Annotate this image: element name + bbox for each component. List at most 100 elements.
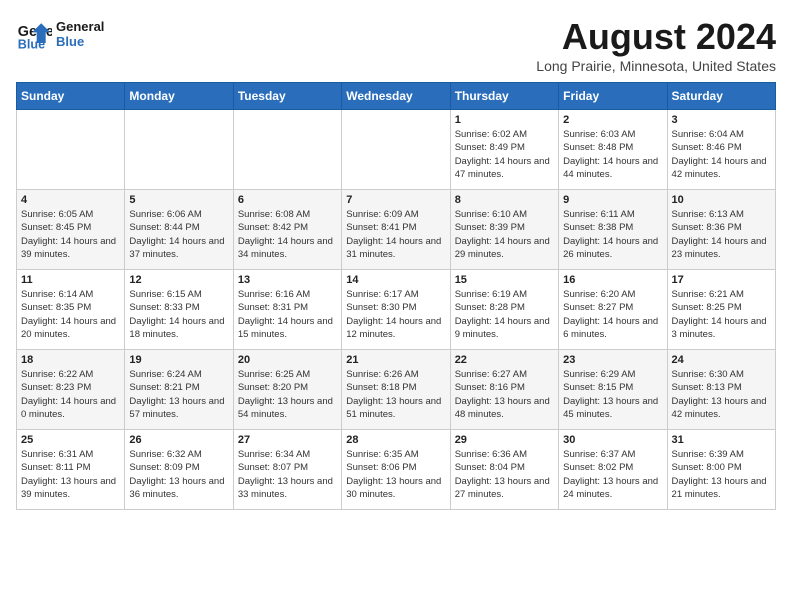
day-info: Sunrise: 6:14 AM Sunset: 8:35 PM Dayligh… [21,288,120,341]
calendar-cell: 13 Sunrise: 6:16 AM Sunset: 8:31 PM Dayli… [233,270,341,350]
day-info: Sunrise: 6:26 AM Sunset: 8:18 PM Dayligh… [346,368,445,421]
calendar-cell: 15 Sunrise: 6:19 AM Sunset: 8:28 PM Dayli… [450,270,558,350]
day-info: Sunrise: 6:16 AM Sunset: 8:31 PM Dayligh… [238,288,337,341]
day-info: Sunrise: 6:27 AM Sunset: 8:16 PM Dayligh… [455,368,554,421]
day-info: Sunrise: 6:32 AM Sunset: 8:09 PM Dayligh… [129,448,228,501]
calendar-cell [342,110,450,190]
day-info: Sunrise: 6:03 AM Sunset: 8:48 PM Dayligh… [563,128,662,181]
day-info: Sunrise: 6:17 AM Sunset: 8:30 PM Dayligh… [346,288,445,341]
calendar-cell: 4 Sunrise: 6:05 AM Sunset: 8:45 PM Daylig… [17,190,125,270]
title-area: August 2024 Long Prairie, Minnesota, Uni… [536,16,776,74]
calendar-cell: 20 Sunrise: 6:25 AM Sunset: 8:20 PM Dayli… [233,350,341,430]
day-number: 11 [21,274,120,286]
day-number: 4 [21,194,120,206]
weekday-header-row: SundayMondayTuesdayWednesdayThursdayFrid… [17,83,776,110]
calendar-table: SundayMondayTuesdayWednesdayThursdayFrid… [16,82,776,510]
day-number: 2 [563,114,662,126]
calendar-cell: 5 Sunrise: 6:06 AM Sunset: 8:44 PM Daylig… [125,190,233,270]
calendar-cell [233,110,341,190]
day-number: 27 [238,434,337,446]
weekday-thursday: Thursday [450,83,558,110]
logo-blue: Blue [56,34,104,49]
day-number: 14 [346,274,445,286]
calendar-body: 1 Sunrise: 6:02 AM Sunset: 8:49 PM Daylig… [17,110,776,510]
day-info: Sunrise: 6:11 AM Sunset: 8:38 PM Dayligh… [563,208,662,261]
day-info: Sunrise: 6:06 AM Sunset: 8:44 PM Dayligh… [129,208,228,261]
logo-icon: General Blue [16,16,52,52]
day-info: Sunrise: 6:20 AM Sunset: 8:27 PM Dayligh… [563,288,662,341]
day-number: 1 [455,114,554,126]
day-info: Sunrise: 6:21 AM Sunset: 8:25 PM Dayligh… [672,288,771,341]
day-info: Sunrise: 6:15 AM Sunset: 8:33 PM Dayligh… [129,288,228,341]
day-info: Sunrise: 6:37 AM Sunset: 8:02 PM Dayligh… [563,448,662,501]
day-info: Sunrise: 6:29 AM Sunset: 8:15 PM Dayligh… [563,368,662,421]
calendar-week-4: 18Sunrise: 6:22 AM Sunset: 8:23 PM Dayli… [17,350,776,430]
day-number: 7 [346,194,445,206]
calendar-cell: 18Sunrise: 6:22 AM Sunset: 8:23 PM Dayli… [17,350,125,430]
day-info: Sunrise: 6:36 AM Sunset: 8:04 PM Dayligh… [455,448,554,501]
calendar-cell: 8Sunrise: 6:10 AM Sunset: 8:39 PM Daylig… [450,190,558,270]
calendar-title: August 2024 [536,16,776,58]
day-number: 16 [563,274,662,286]
calendar-cell: 29 Sunrise: 6:36 AM Sunset: 8:04 PM Dayli… [450,430,558,510]
calendar-cell: 9Sunrise: 6:11 AM Sunset: 8:38 PM Daylig… [559,190,667,270]
calendar-cell: 26 Sunrise: 6:32 AM Sunset: 8:09 PM Dayli… [125,430,233,510]
calendar-cell: 19 Sunrise: 6:24 AM Sunset: 8:21 PM Dayli… [125,350,233,430]
day-number: 6 [238,194,337,206]
logo-general: General [56,19,104,34]
day-info: Sunrise: 6:24 AM Sunset: 8:21 PM Dayligh… [129,368,228,421]
day-info: Sunrise: 6:04 AM Sunset: 8:46 PM Dayligh… [672,128,771,181]
day-info: Sunrise: 6:19 AM Sunset: 8:28 PM Dayligh… [455,288,554,341]
calendar-subtitle: Long Prairie, Minnesota, United States [536,58,776,74]
day-number: 30 [563,434,662,446]
calendar-cell [17,110,125,190]
calendar-cell: 16 Sunrise: 6:20 AM Sunset: 8:27 PM Dayli… [559,270,667,350]
calendar-cell: 17 Sunrise: 6:21 AM Sunset: 8:25 PM Dayli… [667,270,775,350]
calendar-cell: 23Sunrise: 6:29 AM Sunset: 8:15 PM Dayli… [559,350,667,430]
page-header: General Blue General Blue August 2024 Lo… [16,16,776,74]
day-number: 19 [129,354,228,366]
calendar-cell: 27 Sunrise: 6:34 AM Sunset: 8:07 PM Dayli… [233,430,341,510]
logo: General Blue General Blue [16,16,104,52]
calendar-cell: 11 Sunrise: 6:14 AM Sunset: 8:35 PM Dayli… [17,270,125,350]
day-info: Sunrise: 6:05 AM Sunset: 8:45 PM Dayligh… [21,208,120,261]
day-info: Sunrise: 6:25 AM Sunset: 8:20 PM Dayligh… [238,368,337,421]
day-info: Sunrise: 6:31 AM Sunset: 8:11 PM Dayligh… [21,448,120,501]
day-number: 29 [455,434,554,446]
day-number: 12 [129,274,228,286]
calendar-week-5: 25 Sunrise: 6:31 AM Sunset: 8:11 PM Dayli… [17,430,776,510]
weekday-friday: Friday [559,83,667,110]
calendar-week-3: 11 Sunrise: 6:14 AM Sunset: 8:35 PM Dayli… [17,270,776,350]
weekday-monday: Monday [125,83,233,110]
day-number: 26 [129,434,228,446]
calendar-cell: 6 Sunrise: 6:08 AM Sunset: 8:42 PM Daylig… [233,190,341,270]
day-info: Sunrise: 6:34 AM Sunset: 8:07 PM Dayligh… [238,448,337,501]
calendar-cell: 28Sunrise: 6:35 AM Sunset: 8:06 PM Dayli… [342,430,450,510]
day-number: 25 [21,434,120,446]
day-number: 8 [455,194,554,206]
calendar-cell: 14 Sunrise: 6:17 AM Sunset: 8:30 PM Dayli… [342,270,450,350]
day-info: Sunrise: 6:02 AM Sunset: 8:49 PM Dayligh… [455,128,554,181]
day-number: 15 [455,274,554,286]
day-info: Sunrise: 6:22 AM Sunset: 8:23 PM Dayligh… [21,368,120,421]
weekday-wednesday: Wednesday [342,83,450,110]
calendar-cell: 12 Sunrise: 6:15 AM Sunset: 8:33 PM Dayli… [125,270,233,350]
day-number: 21 [346,354,445,366]
day-info: Sunrise: 6:35 AM Sunset: 8:06 PM Dayligh… [346,448,445,501]
calendar-cell: 22Sunrise: 6:27 AM Sunset: 8:16 PM Dayli… [450,350,558,430]
calendar-cell: 2 Sunrise: 6:03 AM Sunset: 8:48 PM Daylig… [559,110,667,190]
day-number: 5 [129,194,228,206]
weekday-sunday: Sunday [17,83,125,110]
day-number: 17 [672,274,771,286]
calendar-week-1: 1 Sunrise: 6:02 AM Sunset: 8:49 PM Daylig… [17,110,776,190]
day-number: 20 [238,354,337,366]
day-number: 13 [238,274,337,286]
day-info: Sunrise: 6:30 AM Sunset: 8:13 PM Dayligh… [672,368,771,421]
weekday-saturday: Saturday [667,83,775,110]
calendar-week-2: 4 Sunrise: 6:05 AM Sunset: 8:45 PM Daylig… [17,190,776,270]
day-info: Sunrise: 6:09 AM Sunset: 8:41 PM Dayligh… [346,208,445,261]
day-info: Sunrise: 6:13 AM Sunset: 8:36 PM Dayligh… [672,208,771,261]
calendar-cell: 3Sunrise: 6:04 AM Sunset: 8:46 PM Daylig… [667,110,775,190]
day-number: 10 [672,194,771,206]
day-info: Sunrise: 6:08 AM Sunset: 8:42 PM Dayligh… [238,208,337,261]
